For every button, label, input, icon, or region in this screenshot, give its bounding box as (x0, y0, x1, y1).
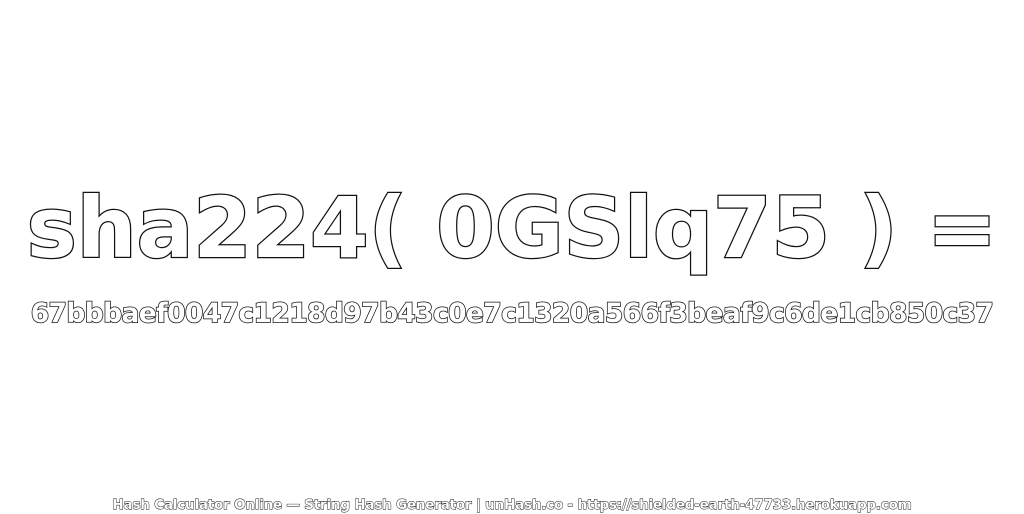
site-footer-caption: Hash Calculator Online — String Hash Gen… (112, 497, 912, 514)
hash-result-value: 67bbbaef0047c1218d97b43c0e7c1320a566f3be… (30, 297, 995, 330)
hash-expression-heading: sha224( 0GSlq75 ) = (26, 178, 999, 279)
